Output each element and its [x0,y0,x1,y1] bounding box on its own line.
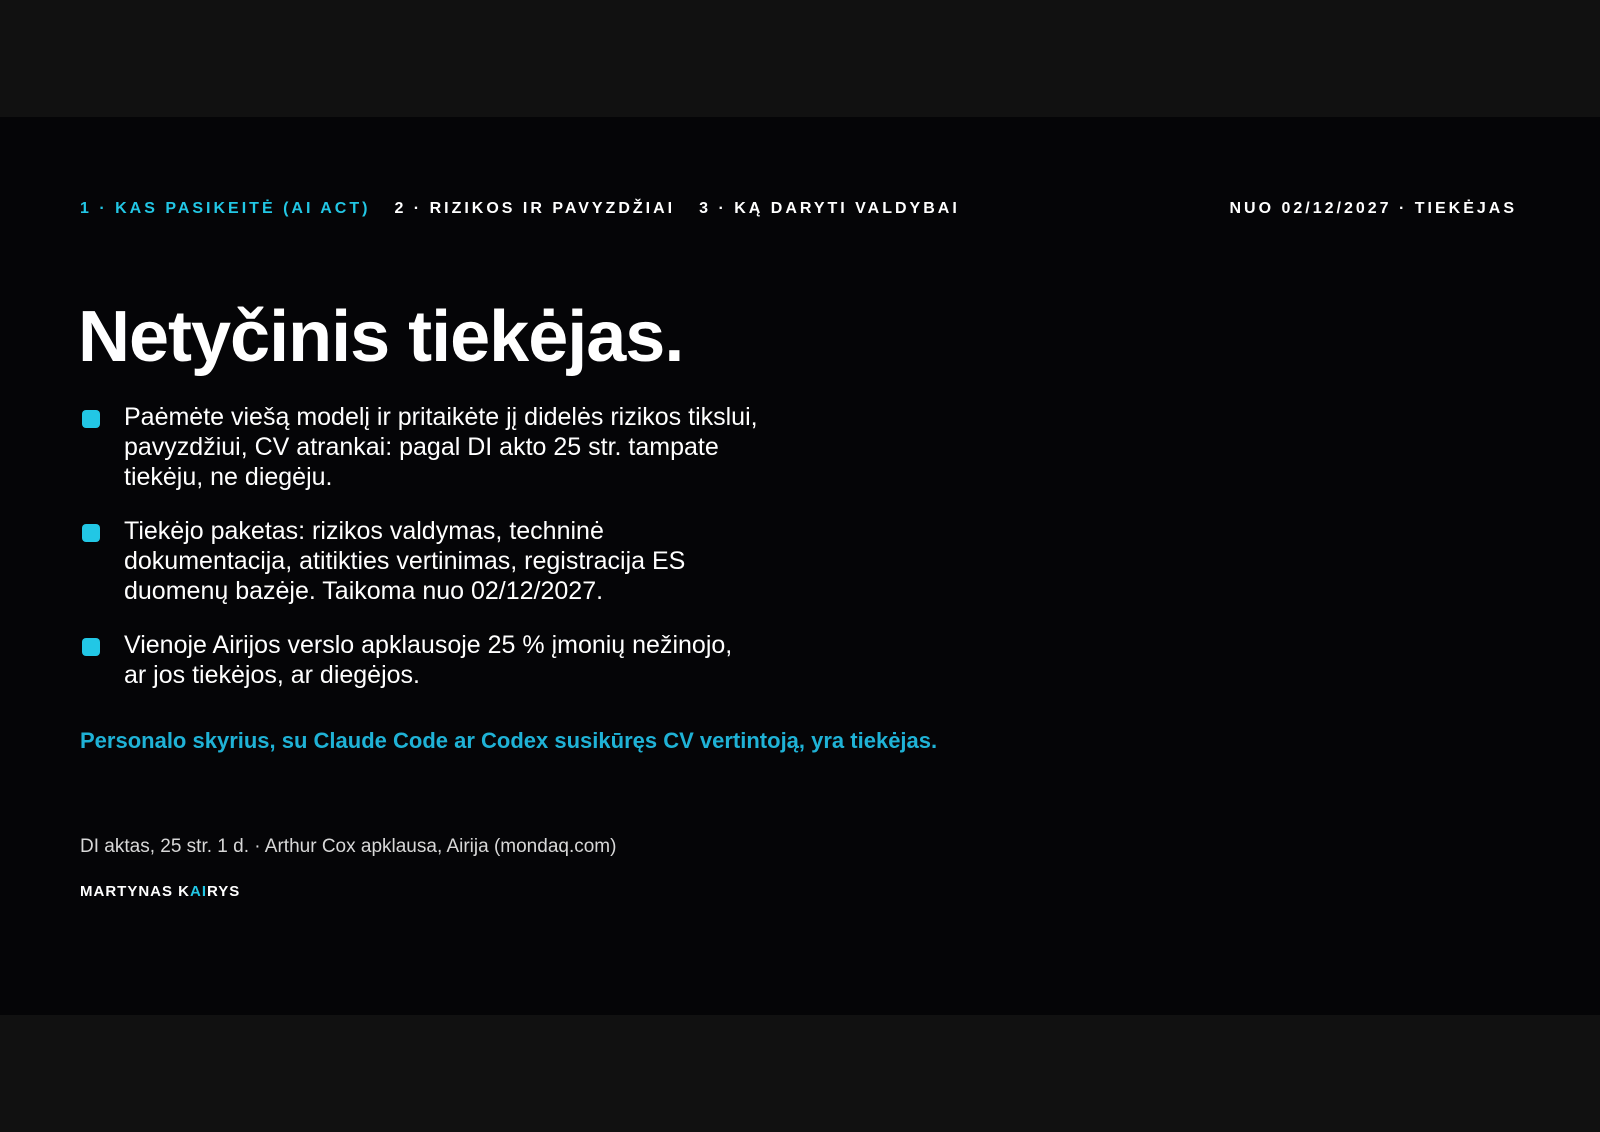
slide: 1 · KAS PASIKEITĖ (AI ACT) 2 · RIZIKOS I… [0,117,1600,1015]
square-bullet-icon [82,524,100,542]
slide-title: Netyčinis tiekėjas. [78,297,684,377]
nav-sections: 1 · KAS PASIKEITĖ (AI ACT) 2 · RIZIKOS I… [80,200,960,218]
bullet-text: Paėmėte viešą modelį ir pritaikėte jį di… [124,403,758,491]
list-item: Paėmėte viešą modelį ir pritaikėte jį di… [80,402,760,492]
bullet-text: Tiekėjo paketas: rizikos valdymas, techn… [124,517,686,605]
nav-date-role: NUO 02/12/2027 · TIEKĖJAS [1229,200,1517,217]
author-name-ai-part: AI [190,883,207,900]
list-item: Vienoje Airijos verslo apklausoje 25 % į… [80,630,760,690]
author-name-part: RYS [207,883,241,900]
source-citation: DI aktas, 25 str. 1 d. · Arthur Cox apkl… [80,836,617,857]
nav-item-risks[interactable]: 2 · RIZIKOS IR PAVYZDŽIAI [394,200,675,218]
bullet-text: Vienoje Airijos verslo apklausoje 25 % į… [124,631,733,689]
highlight-statement: Personalo skyrius, su Claude Code ar Cod… [80,728,938,753]
top-navigation: 1 · KAS PASIKEITĖ (AI ACT) 2 · RIZIKOS I… [80,197,1517,221]
nav-item-ai-act[interactable]: 1 · KAS PASIKEITĖ (AI ACT) [80,200,370,218]
list-item: Tiekėjo paketas: rizikos valdymas, techn… [80,516,760,606]
nav-item-board[interactable]: 3 · KĄ DARYTI VALDYBAI [699,200,960,218]
author-name-part: MARTYNAS K [80,883,190,900]
square-bullet-icon [82,638,100,656]
square-bullet-icon [82,410,100,428]
author-name: MARTYNAS KAIRYS [80,883,240,900]
bullet-list: Paėmėte viešą modelį ir pritaikėte jį di… [80,402,760,714]
